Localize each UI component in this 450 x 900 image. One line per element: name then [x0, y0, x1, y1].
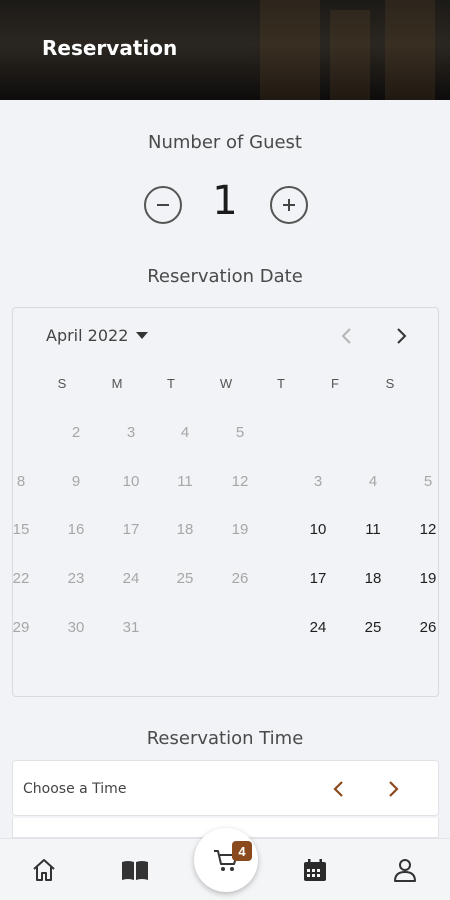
- day-cell[interactable]: 17: [298, 570, 338, 587]
- day-cell: 8: [16, 473, 26, 490]
- day-cell[interactable]: 18: [353, 570, 393, 587]
- day-cell: 4: [180, 424, 190, 441]
- next-time-button[interactable]: [379, 775, 407, 803]
- caret-down-icon: [136, 332, 149, 339]
- chevron-right-icon: [389, 781, 399, 797]
- day-cell: 26: [231, 570, 249, 587]
- weekday-sat: S: [385, 376, 395, 391]
- chevron-right-icon: [397, 328, 407, 344]
- app-header: Reservation: [0, 0, 450, 100]
- weekday-thu: T: [277, 376, 285, 391]
- weekday-fri: F: [331, 376, 339, 391]
- day-cell: 3: [313, 473, 323, 490]
- day-cell: 19: [231, 521, 249, 538]
- day-cell: 15: [12, 521, 30, 538]
- day-cell[interactable]: 12: [408, 521, 438, 538]
- increase-guest-button[interactable]: [270, 186, 308, 224]
- month-select[interactable]: April 2022: [46, 326, 149, 345]
- day-cell: 11: [177, 473, 193, 490]
- day-cell[interactable]: 10: [298, 521, 338, 538]
- day-cell: 5: [423, 473, 433, 490]
- day-cell: 5: [235, 424, 245, 441]
- user-icon: [394, 859, 416, 882]
- day-cell: 4: [368, 473, 378, 490]
- day-cell: 31: [122, 619, 140, 636]
- page-title: Reservation: [42, 36, 178, 60]
- day-cell: 17: [122, 521, 140, 538]
- day-cell: 23: [67, 570, 85, 587]
- cart-count-badge: 4: [232, 841, 252, 861]
- day-cell: 22: [12, 570, 30, 587]
- book-icon: [122, 861, 148, 880]
- day-cell: 12: [231, 473, 249, 490]
- day-cell[interactable]: 11: [353, 521, 393, 538]
- nav-menu[interactable]: [118, 853, 152, 887]
- day-cell[interactable]: 25: [353, 619, 393, 636]
- day-cell: 10: [122, 473, 140, 490]
- day-cell[interactable]: 19: [408, 570, 438, 587]
- calendar: April 2022 S M T W T F S 2 3 4 5 8 9 10 …: [12, 307, 439, 697]
- plus-icon: [283, 199, 295, 211]
- nav-reservations[interactable]: [298, 853, 332, 887]
- day-cell: 18: [176, 521, 194, 538]
- day-cell: 30: [67, 619, 85, 636]
- guest-count: 1: [212, 178, 238, 224]
- day-cell: 2: [71, 424, 81, 441]
- weekday-wed: W: [219, 376, 233, 391]
- prev-month-button[interactable]: [333, 322, 361, 350]
- month-label: April 2022: [46, 326, 129, 345]
- weekday-tue: T: [167, 376, 175, 391]
- day-cell: 24: [122, 570, 140, 587]
- day-cell[interactable]: 24: [298, 619, 338, 636]
- day-cell[interactable]: 26: [408, 619, 438, 636]
- nav-home[interactable]: [27, 853, 61, 887]
- time-placeholder: Choose a Time: [23, 781, 127, 797]
- date-title: Reservation Date: [147, 266, 303, 287]
- time-title: Reservation Time: [146, 728, 304, 749]
- nav-profile[interactable]: [388, 853, 422, 887]
- day-cell: 3: [126, 424, 136, 441]
- day-cell: 9: [71, 473, 81, 490]
- home-icon: [33, 859, 55, 881]
- next-month-button[interactable]: [387, 322, 415, 350]
- time-picker[interactable]: Choose a Time: [12, 760, 439, 816]
- weekday-mon: M: [111, 376, 123, 391]
- day-cell: 25: [176, 570, 194, 587]
- day-cell: 29: [12, 619, 30, 636]
- prev-time-button[interactable]: [325, 775, 353, 803]
- chevron-left-icon: [341, 328, 351, 344]
- chevron-left-icon: [333, 781, 343, 797]
- calendar-icon: [304, 859, 326, 881]
- guests-title: Number of Guest: [148, 132, 302, 153]
- day-cell: 16: [67, 521, 85, 538]
- weekday-sun: S: [57, 376, 67, 391]
